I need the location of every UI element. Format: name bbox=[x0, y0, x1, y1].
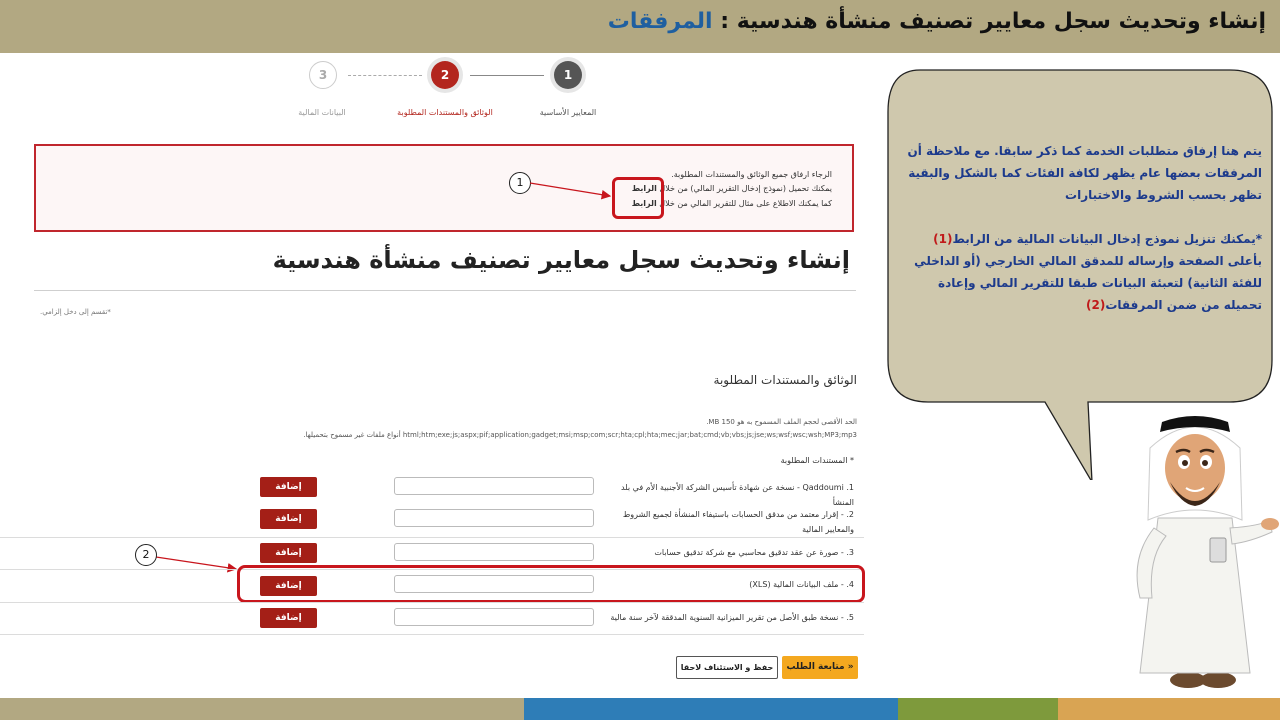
row-divider bbox=[0, 602, 864, 603]
continue-request-button[interactable]: متابعة الطلب » bbox=[782, 656, 858, 679]
document-5-label: 5. - نسخة طبق الأصل من تقرير الميزانية ا… bbox=[610, 613, 854, 622]
document-2-label: 2. - إقرار معتمد من مدقق الحسابات باستيف… bbox=[622, 510, 854, 534]
footer-band-blue bbox=[524, 698, 898, 720]
document-1-add-button[interactable]: إضافة bbox=[260, 477, 317, 497]
row-divider bbox=[0, 634, 864, 635]
financial-file-highlight-box bbox=[237, 565, 865, 603]
document-3-file-input[interactable] bbox=[394, 543, 594, 561]
footer-band-orange bbox=[1058, 698, 1280, 720]
required-documents-label: * المستندات المطلوبة bbox=[780, 456, 854, 465]
file-types-restriction: html;htm;exe;js;aspx;pif;application;gad… bbox=[303, 431, 857, 439]
callout-paragraph-1: يتم هنا إرفاق متطلبات الخدمة كما ذكر ساب… bbox=[907, 144, 1263, 202]
document-2-add-button[interactable]: إضافة bbox=[260, 509, 317, 529]
footer-band-tan bbox=[0, 698, 524, 720]
callout-ref-2: (2) bbox=[1086, 298, 1106, 312]
callout-paragraph-2: *يمكنك تنزيل نموذج إدخال البيانات المالي… bbox=[900, 228, 1262, 316]
footer-band-green bbox=[898, 698, 1058, 720]
row-divider bbox=[0, 537, 864, 538]
title-divider bbox=[34, 290, 856, 291]
document-1-file-input[interactable] bbox=[394, 477, 594, 495]
document-3-label: 3. - صورة عن عقد تدقيق محاسبي مع شركة تد… bbox=[654, 548, 854, 557]
document-1-label: 1. Qaddoumi - نسخة عن شهادة تأسيس الشركة… bbox=[621, 483, 854, 507]
callout-text-a: *يمكنك تنزيل نموذج إدخال البيانات المالي… bbox=[952, 232, 1262, 246]
document-5-add-button[interactable]: إضافة bbox=[260, 608, 317, 628]
document-3-add-button[interactable]: إضافة bbox=[260, 543, 317, 563]
document-2-file-input[interactable] bbox=[394, 509, 594, 527]
guide-character-illustration bbox=[1136, 416, 1279, 688]
save-resume-later-button[interactable]: حفظ و الاستئناف لاحقا bbox=[676, 656, 778, 679]
documents-section-title: الوثائق والمستندات المطلوبة bbox=[713, 373, 857, 387]
page-title: إنشاء وتحديث سجل معايير تصنيف منشأة هندس… bbox=[272, 246, 850, 274]
annotation-marker-2: 2 bbox=[135, 544, 157, 566]
required-hint: *تقسم إلى دخل إلزامي. bbox=[40, 308, 111, 316]
annotation-arrow-1 bbox=[529, 182, 612, 200]
file-size-limit: الحد الأقصى لحجم الملف المسموح به هو 150… bbox=[706, 418, 857, 426]
annotation-arrow-2 bbox=[155, 556, 238, 573]
document-5-file-input[interactable] bbox=[394, 608, 594, 626]
callout-ref-1: (1) bbox=[933, 232, 953, 246]
